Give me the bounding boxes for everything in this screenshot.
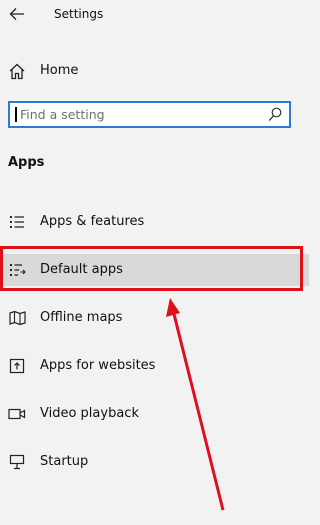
startup-icon bbox=[7, 452, 27, 472]
apps-for-websites-icon bbox=[7, 356, 27, 376]
section-heading: Apps bbox=[8, 155, 45, 170]
home-label: Home bbox=[40, 63, 79, 78]
apps-features-icon bbox=[7, 212, 27, 232]
nav-item-default-apps[interactable]: Default apps bbox=[0, 254, 309, 286]
nav-item-label: Default apps bbox=[40, 262, 123, 277]
search-input[interactable] bbox=[20, 105, 260, 124]
nav-item-label: Apps & features bbox=[40, 214, 145, 229]
window-title: Settings bbox=[54, 7, 104, 21]
nav-item-apps-features[interactable]: Apps & features bbox=[0, 206, 309, 238]
default-apps-icon bbox=[7, 260, 27, 280]
nav-home[interactable]: Home bbox=[0, 56, 309, 86]
back-button[interactable] bbox=[4, 2, 30, 26]
search-icon[interactable] bbox=[268, 107, 282, 122]
nav-item-apps-for-websites[interactable]: Apps for websites bbox=[0, 350, 309, 382]
nav-item-offline-maps[interactable]: Offline maps bbox=[0, 302, 309, 334]
video-playback-icon bbox=[7, 404, 27, 424]
text-caret bbox=[15, 107, 17, 122]
nav-item-label: Video playback bbox=[40, 406, 139, 421]
nav-item-label: Apps for websites bbox=[40, 358, 156, 373]
nav-item-video-playback[interactable]: Video playback bbox=[0, 398, 309, 430]
home-icon bbox=[7, 61, 27, 81]
search-box[interactable] bbox=[8, 101, 291, 128]
nav-item-startup[interactable]: Startup bbox=[0, 446, 309, 478]
nav-item-label: Startup bbox=[40, 454, 89, 469]
back-arrow-icon bbox=[9, 8, 24, 20]
nav-item-label: Offline maps bbox=[40, 310, 123, 325]
offline-maps-icon bbox=[7, 308, 27, 328]
title-bar: Settings bbox=[0, 0, 309, 30]
